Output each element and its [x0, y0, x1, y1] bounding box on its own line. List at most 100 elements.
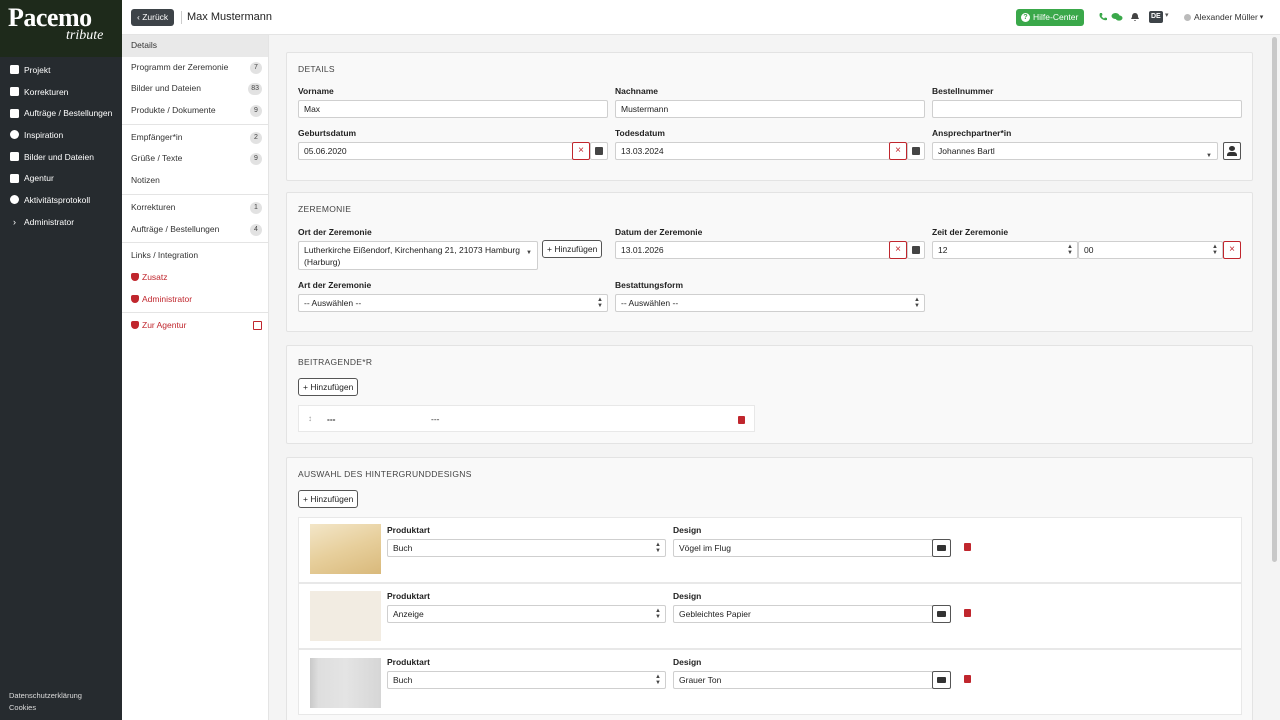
contact-person-button[interactable]: [1223, 142, 1241, 160]
bell-icon[interactable]: [1130, 12, 1140, 22]
clear-button[interactable]: ×: [889, 241, 907, 259]
sidebar-item-administrator[interactable]: › Administrator: [0, 211, 122, 233]
top-bar: ‹ Zurück Max Mustermann ? Hilfe-Center DE…: [122, 0, 1280, 35]
clear-button[interactable]: ×: [572, 142, 590, 160]
chat-icon[interactable]: [1111, 12, 1123, 22]
trash-icon[interactable]: [964, 675, 971, 683]
subnav-administrator[interactable]: Administrator: [122, 289, 268, 311]
minute-select[interactable]: 00 ▲ ▼: [1078, 241, 1223, 259]
add-contributor-button[interactable]: + Hinzufügen: [298, 378, 359, 396]
sidebar-item-label: Projekt: [24, 64, 51, 75]
select-value: Lutherkirche Eißendorf, Kirchenhang 21, …: [304, 245, 520, 267]
sidebar-item-auftraege[interactable]: Aufträge / Bestellungen: [0, 102, 122, 124]
sidebar-item-korrekturen[interactable]: Korrekturen: [0, 81, 122, 103]
contributor-name: ---: [327, 414, 336, 424]
subnav-programm[interactable]: Programm der Zeremonie 7: [122, 57, 268, 79]
privacy-link[interactable]: Datenschutzerklärung: [9, 690, 82, 702]
shield-icon: [131, 272, 139, 281]
folder-button[interactable]: [932, 671, 951, 689]
help-center-button[interactable]: ? Hilfe-Center: [1016, 9, 1085, 26]
details-card: DETAILS Vorname Max Nachname Mustermann …: [286, 52, 1253, 181]
clear-button[interactable]: ×: [1223, 241, 1241, 259]
calendar-button[interactable]: [907, 142, 925, 160]
subnav-zusatz[interactable]: Zusatz: [122, 267, 268, 289]
design-thumbnail: [310, 658, 381, 708]
updown-icon: ▲ ▼: [1067, 244, 1073, 256]
divider: [122, 193, 268, 195]
sidebar-item-bilder[interactable]: Bilder und Dateien: [0, 146, 122, 168]
back-button[interactable]: ‹ Zurück: [131, 9, 175, 26]
produktart-select[interactable]: Buch ▲ ▼: [387, 671, 666, 689]
produktart-select[interactable]: Anzeige ▲ ▼: [387, 605, 666, 623]
subnav-details[interactable]: Details: [122, 35, 268, 57]
geburtsdatum-input[interactable]: 05.06.2020: [298, 142, 573, 160]
count-badge: 9: [250, 105, 262, 118]
bestattungsform-select[interactable]: -- Auswählen -- ▲ ▼: [615, 294, 925, 312]
folder-icon: [937, 611, 946, 617]
subnav-bilder[interactable]: Bilder und Dateien 83: [122, 78, 268, 100]
calendar-button[interactable]: [590, 142, 608, 160]
trash-icon[interactable]: [738, 416, 745, 424]
ansprechpartner-label: Ansprechpartner*in: [932, 128, 1012, 138]
sidebar-item-aktivitaet[interactable]: Aktivitätsprotokoll: [0, 189, 122, 211]
calendar-icon: [912, 147, 920, 155]
folder-button[interactable]: [932, 605, 951, 623]
subnav-korrekturen[interactable]: Korrekturen 1: [122, 197, 268, 219]
subnav-auftraege[interactable]: Aufträge / Bestellungen 4: [122, 219, 268, 241]
user-menu[interactable]: Alexander Müller ▾: [1184, 12, 1263, 22]
bestattungsform-label: Bestattungsform: [615, 280, 684, 290]
subnav-notizen[interactable]: Notizen: [122, 170, 268, 192]
section-title: BEITRAGENDE*R: [298, 357, 373, 367]
drag-handle-icon[interactable]: ↕: [308, 414, 312, 423]
subnav-empfaenger[interactable]: Empfänger*in 2: [122, 127, 268, 149]
subnav-links[interactable]: Links / Integration: [122, 245, 268, 267]
bestellnummer-input[interactable]: [932, 100, 1242, 118]
select-value: -- Auswählen --: [304, 298, 362, 308]
divider: [122, 242, 268, 244]
clear-button[interactable]: ×: [889, 142, 907, 160]
subnav-produkte[interactable]: Produkte / Dokumente 9: [122, 100, 268, 122]
subnav-label: Korrekturen: [131, 201, 176, 212]
design-row: Produktart Anzeige ▲ ▼ Design Gebleichtes …: [298, 583, 1242, 649]
sidebar-item-projekt[interactable]: Projekt: [0, 59, 122, 81]
design-input[interactable]: Grauer Ton: [673, 671, 933, 689]
hour-select[interactable]: 12 ▲ ▼: [932, 241, 1078, 259]
vorname-input[interactable]: Max: [298, 100, 608, 118]
button-label: Hinzufügen: [310, 494, 354, 504]
design-input[interactable]: Vögel im Flug: [673, 539, 933, 557]
nachname-input[interactable]: Mustermann: [615, 100, 925, 118]
phone-icon[interactable]: [1098, 12, 1108, 22]
sidebar-item-inspiration[interactable]: Inspiration: [0, 124, 122, 146]
language-selector[interactable]: DE: [1149, 11, 1163, 23]
calendar-button[interactable]: [907, 241, 925, 259]
design-thumbnail: [310, 524, 381, 574]
sidebar-item-label: Inspiration: [24, 129, 64, 140]
calendar-icon: [595, 147, 603, 155]
art-select[interactable]: -- Auswählen -- ▲ ▼: [298, 294, 608, 312]
subnav-zur-agentur[interactable]: Zur Agentur: [122, 315, 268, 337]
scrollbar[interactable]: [1272, 37, 1277, 562]
todesdatum-input[interactable]: 13.03.2024: [615, 142, 890, 160]
produktart-select[interactable]: Buch ▲ ▼: [387, 539, 666, 557]
add-location-button[interactable]: + Hinzufügen: [542, 240, 603, 258]
select-value: 12: [938, 245, 948, 255]
ort-select[interactable]: Lutherkirche Eißendorf, Kirchenhang 21, …: [298, 241, 538, 270]
subnav-gruesse[interactable]: Grüße / Texte 9: [122, 148, 268, 170]
zeit-label: Zeit der Zeremonie: [932, 227, 1009, 237]
sidebar-item-agentur[interactable]: Agentur: [0, 167, 122, 189]
chevron-down-icon: ▼: [526, 250, 532, 256]
cookies-link[interactable]: Cookies: [9, 702, 82, 714]
folder-button[interactable]: [932, 539, 951, 557]
datum-input[interactable]: 13.01.2026: [615, 241, 890, 259]
main-content: DETAILS Vorname Max Nachname Mustermann …: [269, 35, 1280, 720]
ansprechpartner-select[interactable]: Johannes Bartl ▼: [932, 142, 1218, 160]
trash-icon[interactable]: [964, 543, 971, 551]
design-thumbnail: [310, 591, 381, 641]
add-design-button[interactable]: + Hinzufügen: [298, 490, 359, 508]
title-divider: [181, 11, 182, 24]
design-input[interactable]: Gebleichtes Papier: [673, 605, 933, 623]
logo[interactable]: Pacemo tribute: [0, 0, 122, 57]
shield-icon: [131, 294, 139, 303]
folder-icon: [937, 545, 946, 551]
trash-icon[interactable]: [964, 609, 971, 617]
